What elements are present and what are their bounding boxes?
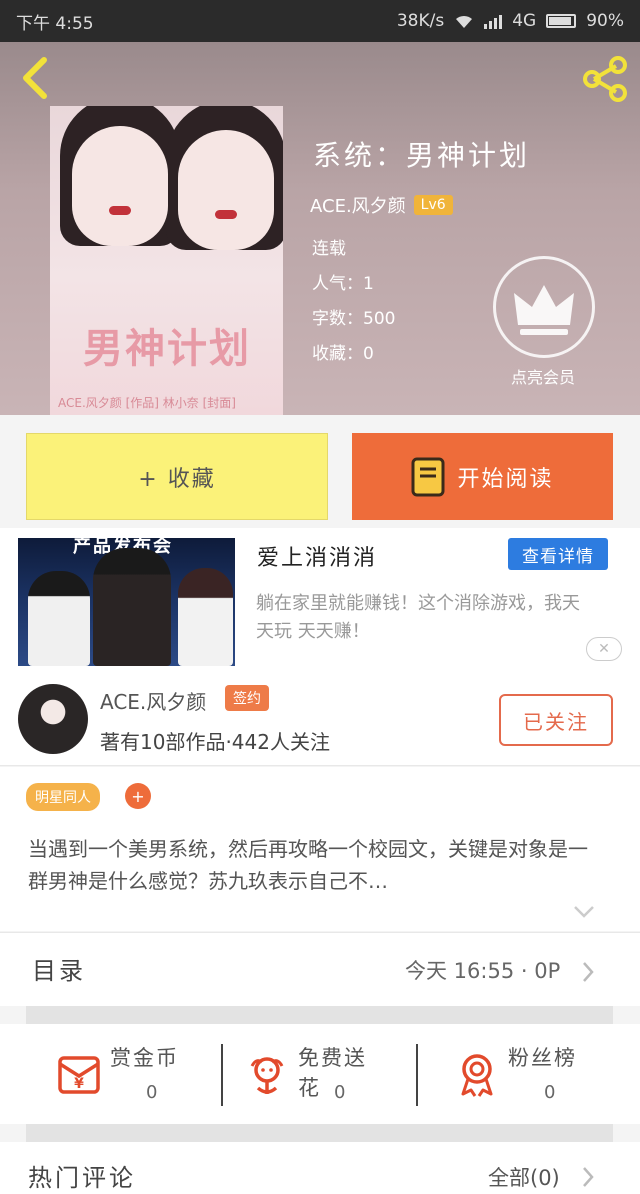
back-arrow-icon[interactable] (16, 56, 56, 100)
cover-title-art: 男神计划 (83, 325, 251, 372)
ad-detail-button[interactable]: 查看详情 (508, 538, 608, 570)
red-envelope-icon: ¥ (58, 1056, 100, 1094)
level-badge: Lv6 (413, 195, 453, 215)
gift-coin-count: 0 (146, 1082, 158, 1103)
gift-fan-rank-label: 粉丝榜 (508, 1046, 577, 1070)
chevron-right-icon (583, 962, 594, 982)
cover-face-left (72, 126, 168, 246)
chevron-right-icon (583, 1167, 594, 1187)
section-divider (26, 1006, 613, 1024)
ad-close-button[interactable]: ✕ (586, 637, 622, 661)
battery-percent: 90% (586, 11, 624, 31)
gift-flower-count: 0 (334, 1082, 346, 1103)
synopsis-section: 明星同人 + 当遇到一个美男系统，然后再攻略一个校园文，关键是对象是一群男神是什… (0, 767, 640, 931)
network-type: 4G (512, 11, 537, 31)
ad-person-right (178, 568, 233, 666)
vip-crown-button[interactable] (493, 256, 595, 358)
wifi-icon (456, 15, 473, 28)
synopsis-text[interactable]: 当遇到一个美男系统，然后再攻略一个校园文，关键是对象是一群男神是什么感觉？苏九玖… (28, 833, 604, 897)
book-author-line: ACE.风夕颜 Lv6 (310, 192, 453, 218)
start-reading-label: 开始阅读 (457, 466, 554, 492)
signal-icon (484, 13, 503, 29)
gift-coin-label: 赏金币 (110, 1046, 179, 1070)
chevron-down-icon[interactable] (573, 905, 595, 919)
svg-text:¥: ¥ (74, 1076, 84, 1092)
status-time: 下午 4:55 (16, 13, 94, 34)
ad-person-left (28, 571, 90, 666)
vip-label[interactable]: 点亮会员 (498, 364, 588, 388)
hot-comments-row[interactable]: 热门评论 全部(0) (0, 1142, 640, 1194)
hot-comments-label: 热门评论 (28, 1164, 136, 1192)
gift-coin[interactable]: ¥ 赏金币 0 (0, 1024, 190, 1124)
author-stats: 著有10部作品·442人关注 (100, 730, 330, 754)
start-reading-button[interactable]: 开始阅读 (352, 433, 613, 520)
cover-face-right (178, 130, 274, 250)
cover-lips-left (109, 206, 131, 215)
ad-person-center (93, 548, 171, 666)
flower-icon (250, 1057, 284, 1094)
book-status: 连载 (312, 239, 346, 259)
ribbon-medal-icon (461, 1054, 493, 1097)
status-bar: 下午 4:55 38K/s 4G 90% (0, 0, 640, 42)
signed-badge: 签约 (225, 685, 269, 711)
section-divider (26, 1124, 613, 1142)
crown-icon (514, 285, 574, 335)
genre-tag[interactable]: 明星同人 (26, 783, 100, 811)
gift-flower[interactable]: 免费送花 0 (188, 1024, 378, 1124)
book-header: 男神计划 ACE.风夕颜 [作品] 林小奈 [封面] 系统：男神计划 ACE.风… (0, 42, 640, 415)
status-right: 38K/s 4G 90% (397, 11, 624, 31)
follow-button[interactable]: 已关注 (499, 694, 613, 746)
all-comments-link[interactable]: 全部(0) (488, 1162, 560, 1192)
battery-icon (546, 14, 577, 28)
catalog-update-time: 今天 16:55 · 0P (405, 959, 561, 983)
collect-button[interactable]: + 收藏 (26, 433, 328, 520)
ad-description: 躺在家里就能赚钱！这个消除游戏，我天天玩 天天赚！ (256, 593, 580, 642)
book-cover[interactable]: 男神计划 ACE.风夕颜 [作品] 林小奈 [封面] (50, 106, 283, 415)
network-speed: 38K/s (396, 11, 445, 31)
book-collection-count: 收藏：0 (312, 344, 374, 364)
avatar[interactable] (18, 684, 88, 754)
book-icon (411, 457, 445, 496)
gift-fan-rank-count: 0 (544, 1082, 556, 1103)
gift-bar: ¥ 赏金币 0 免费送花 0 粉丝榜 0 (0, 1024, 640, 1124)
ad-image[interactable]: 产品发布会 (18, 538, 235, 666)
ad-title[interactable]: 爱上消消消 (257, 540, 377, 572)
book-popularity: 人气：1 (312, 274, 374, 294)
share-icon[interactable] (580, 54, 630, 104)
author-row[interactable]: ACE.风夕颜 签约 著有10部作品·442人关注 已关注 (0, 678, 640, 766)
add-tag-button[interactable]: + (125, 783, 151, 809)
cover-lips-right (215, 210, 237, 219)
catalog-label: 目录 (32, 957, 86, 985)
book-title: 系统：男神计划 (313, 139, 531, 172)
gift-fan-rank[interactable]: 粉丝榜 0 (398, 1024, 588, 1124)
cover-credit: ACE.风夕颜 [作品] 林小奈 [封面] (58, 396, 236, 410)
ad-banner[interactable]: 产品发布会 爱上消消消 查看详情 躺在家里就能赚钱！这个消除游戏，我天天玩 天天… (0, 528, 640, 678)
book-author-name[interactable]: ACE.风夕颜 (310, 192, 406, 218)
book-word-count: 字数：500 (312, 309, 396, 329)
catalog-row[interactable]: 目录 今天 16:55 · 0P (0, 932, 640, 1006)
author-name[interactable]: ACE.风夕颜 (100, 686, 206, 715)
